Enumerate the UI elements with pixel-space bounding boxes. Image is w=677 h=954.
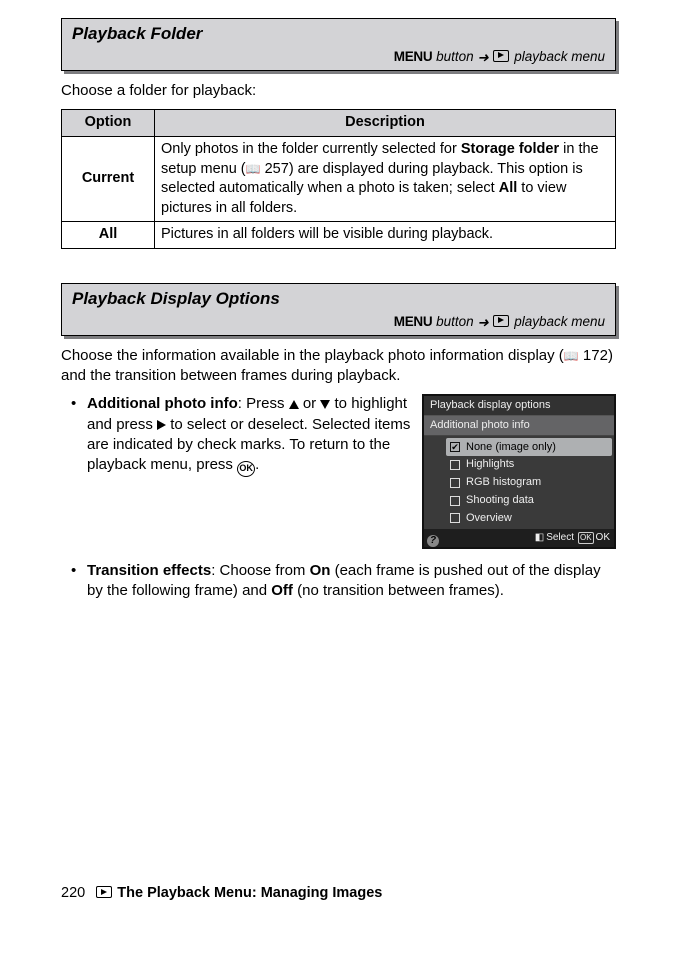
table-row: All Pictures in all folders will be visi…	[62, 222, 616, 249]
checkbox-icon	[450, 513, 460, 523]
section-breadcrumb: MENU button ➜ playback menu	[72, 313, 605, 331]
bullet-additional-photo-info: Additional photo info: Press or to highl…	[87, 394, 412, 548]
col-description: Description	[155, 110, 616, 137]
lcd-row-selected: ✔None (image only)	[446, 438, 612, 456]
lcd-title: Playback display options	[424, 396, 614, 416]
option-all: All	[62, 222, 155, 249]
breadcrumb-button-word: button	[432, 49, 477, 64]
list-item: Additional photo info: Press or to highl…	[75, 394, 616, 548]
ok-hint-icon: OK	[578, 532, 594, 545]
checkbox-icon	[450, 496, 460, 506]
menu-label: MENU	[394, 314, 433, 329]
section-title: Playback Display Options	[72, 288, 605, 311]
page-ref-icon: 📖	[564, 349, 579, 363]
arrow-icon: ➜	[477, 49, 488, 67]
page-footer: 220 The Playback Menu: Managing Images	[61, 884, 382, 904]
section-header-playback-display-options: Playback Display Options MENU button ➜ p…	[61, 283, 616, 336]
lcd-row: Highlights	[446, 456, 612, 474]
manual-page: Playback Folder MENU button ➜ playback m…	[31, 0, 646, 920]
page-number: 220	[61, 885, 85, 901]
lcd-subtitle: Additional photo info	[424, 416, 614, 436]
up-icon	[289, 400, 299, 409]
checkbox-checked-icon: ✔	[450, 442, 460, 452]
lcd-row: Overview	[446, 510, 612, 528]
section-breadcrumb: MENU button ➜ playback menu	[72, 48, 605, 66]
section-header-playback-folder: Playback Folder MENU button ➜ playback m…	[61, 18, 616, 71]
page-ref-icon: 📖	[246, 162, 261, 176]
help-icon: ?	[427, 535, 439, 547]
col-option: Option	[62, 110, 155, 137]
breadcrumb-target: playback menu	[510, 49, 605, 64]
bullet-list: Additional photo info: Press or to highl…	[61, 394, 616, 601]
ok-icon: OK	[237, 461, 255, 477]
select-hint-icon: ◧	[535, 531, 544, 545]
section2-intro: Choose the information available in the …	[61, 346, 616, 387]
section-title: Playback Folder	[72, 23, 605, 46]
playback-icon	[493, 50, 509, 62]
option-current-desc: Only photos in the folder currently sele…	[155, 136, 616, 221]
playback-icon	[96, 886, 112, 898]
arrow-icon: ➜	[477, 314, 488, 332]
lcd-row: RGB histogram	[446, 474, 612, 492]
footer-title: The Playback Menu: Managing Images	[117, 885, 382, 901]
section1-intro: Choose a folder for playback:	[61, 81, 616, 101]
checkbox-icon	[450, 478, 460, 488]
lcd-footer: ◧Select OKOK	[424, 529, 614, 547]
list-item: Transition effects: Choose from On (each…	[75, 561, 616, 602]
option-all-desc: Pictures in all folders will be visible …	[155, 222, 616, 249]
option-current: Current	[62, 136, 155, 221]
section-gap	[61, 249, 616, 283]
options-table: Option Description Current Only photos i…	[61, 109, 616, 248]
breadcrumb-button-word: button	[432, 314, 477, 329]
table-header-row: Option Description	[62, 110, 616, 137]
lcd-row: Shooting data	[446, 492, 612, 510]
checkbox-icon	[450, 460, 460, 470]
right-icon	[157, 420, 166, 430]
menu-label: MENU	[394, 49, 433, 64]
camera-screenshot: Playback display options Additional phot…	[422, 394, 616, 548]
breadcrumb-target: playback menu	[510, 314, 605, 329]
playback-icon	[493, 315, 509, 327]
down-icon	[320, 400, 330, 409]
table-row: Current Only photos in the folder curren…	[62, 136, 616, 221]
